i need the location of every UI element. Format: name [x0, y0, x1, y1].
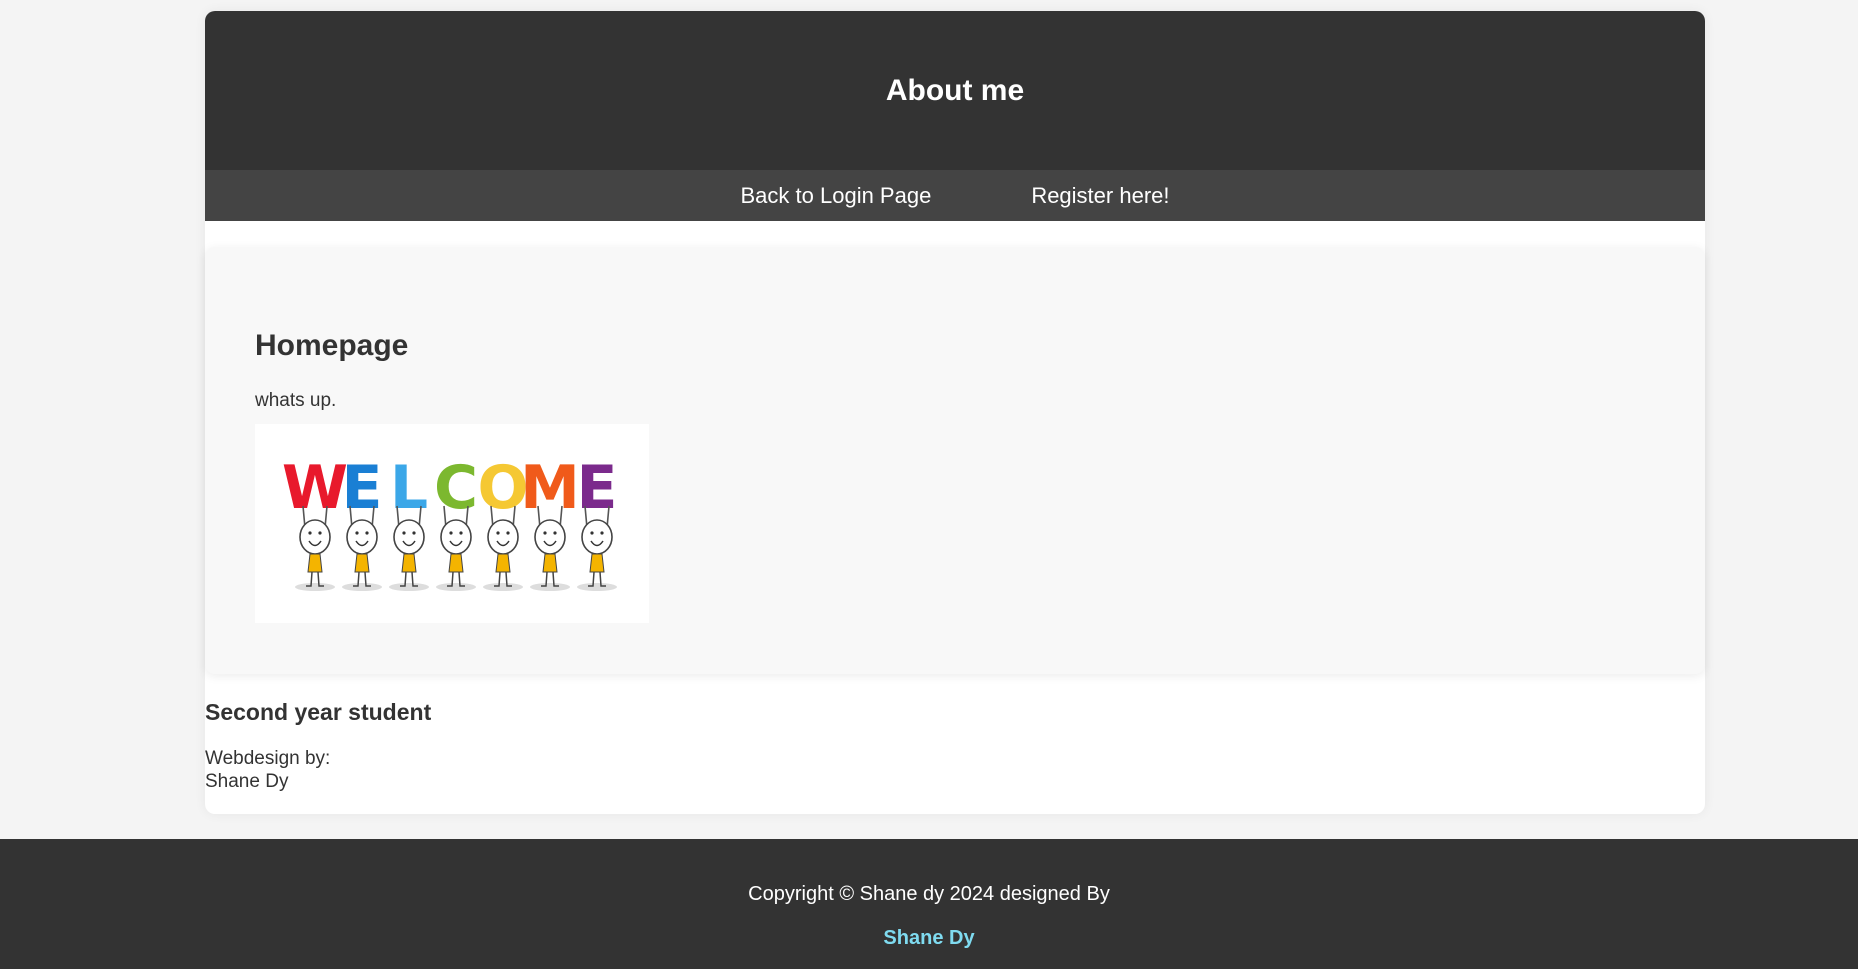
navbar: Back to Login Page Register here!	[205, 170, 1705, 221]
page-container: About me Back to Login Page Register her…	[205, 11, 1705, 814]
welcome-figure: W	[282, 453, 348, 591]
welcome-image: WELCOME	[255, 424, 649, 623]
welcome-letter: L	[390, 453, 428, 523]
nav-link-login[interactable]: Back to Login Page	[741, 183, 932, 209]
welcome-letter: C	[434, 453, 478, 523]
site-footer: Copyright © Shane dy 2024 designed By Sh…	[0, 839, 1858, 969]
welcome-figure: M	[520, 453, 580, 591]
content-text: whats up.	[255, 390, 337, 411]
page-title: About me	[885, 73, 1025, 107]
welcome-letter: M	[520, 453, 580, 523]
welcome-figure: E	[342, 453, 383, 591]
credit-label: Webdesign by:	[205, 748, 331, 769]
welcome-figure: E	[577, 453, 618, 591]
content-heading: Homepage	[255, 329, 409, 362]
welcome-figure: L	[389, 453, 429, 591]
content-card: Homepage whats up. WELCOME	[205, 247, 1705, 674]
welcome-figure: C	[434, 453, 478, 591]
site-header: About me	[205, 11, 1705, 170]
welcome-letter: E	[342, 453, 383, 523]
copyright-text: Copyright © Shane dy 2024 designed By	[748, 883, 1110, 905]
designer-link[interactable]: Shane Dy	[0, 927, 1858, 950]
aside-heading: Second year student	[205, 699, 432, 725]
welcome-illustration: WE L C OME	[282, 453, 618, 591]
credit-name: Shane Dy	[205, 771, 289, 792]
welcome-letter: W	[282, 453, 348, 523]
nav-link-register[interactable]: Register here!	[1031, 183, 1169, 209]
welcome-letter: E	[577, 453, 618, 523]
